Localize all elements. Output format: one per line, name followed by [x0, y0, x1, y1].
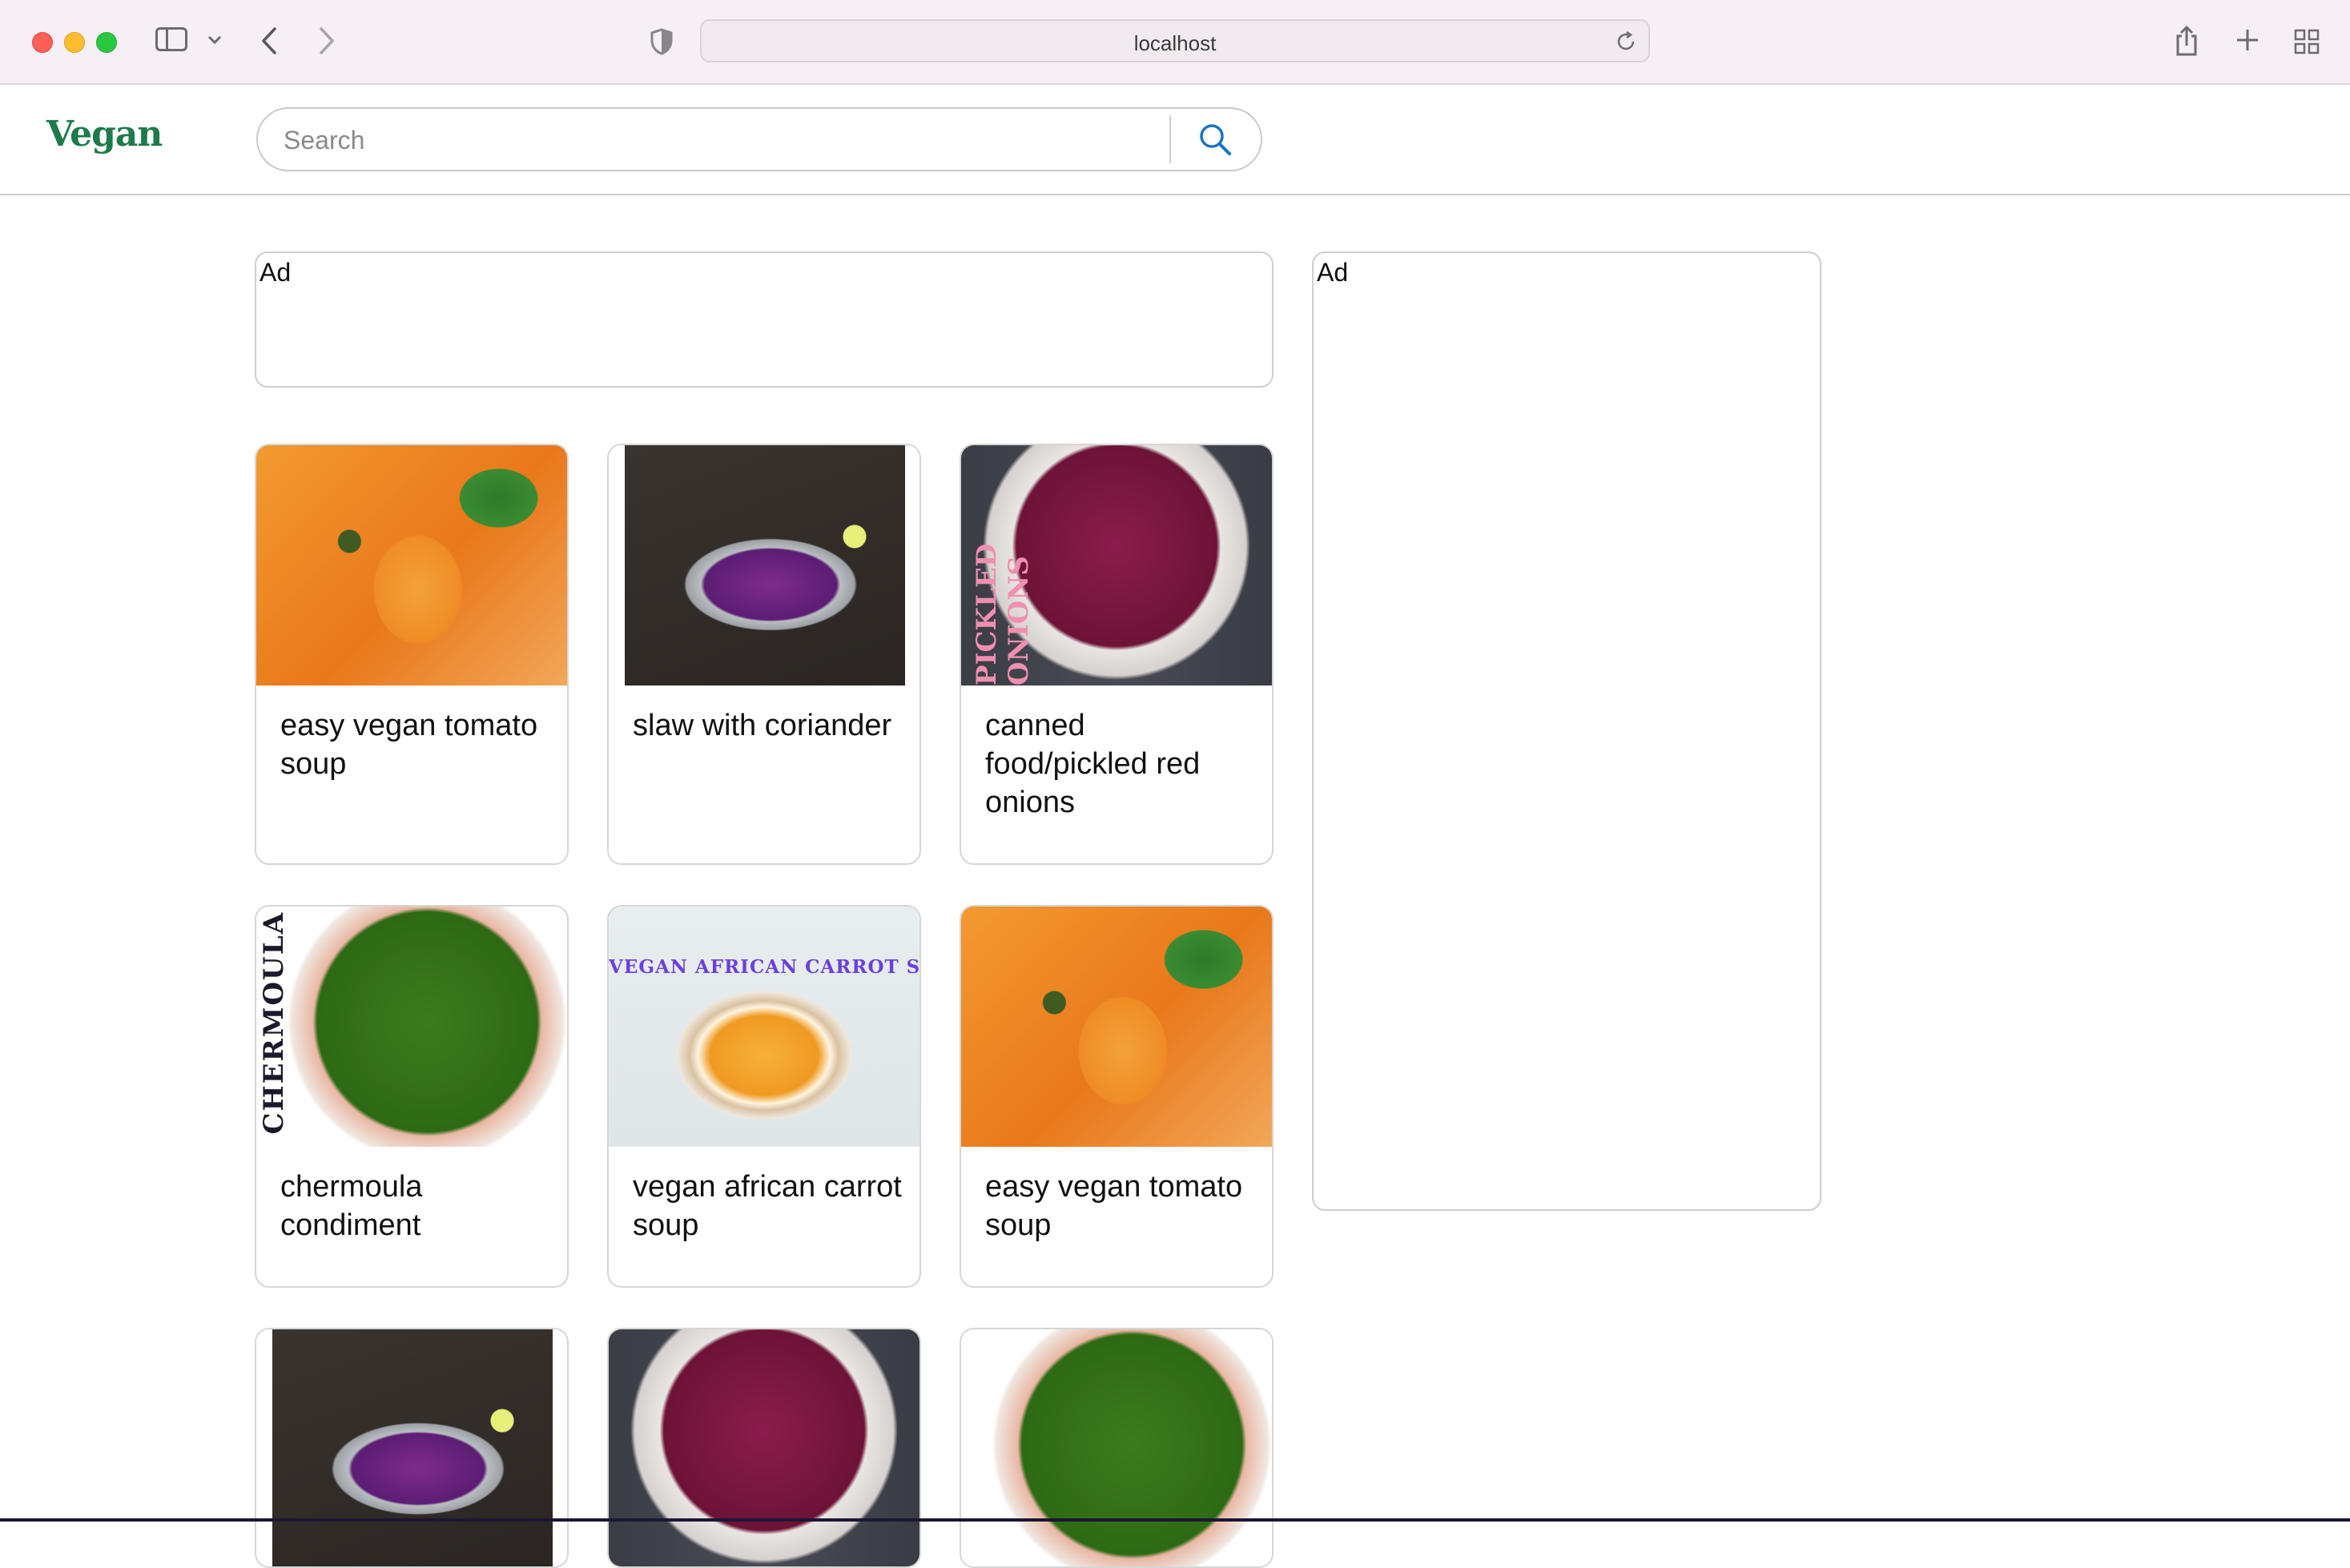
recipe-card[interactable]	[255, 1328, 569, 1568]
recipe-title: vegan african carrot soup	[633, 1170, 902, 1242]
ad-label: Ad	[260, 258, 292, 287]
image-overlay-text: VEGAN AFRICAN CARROT SOUP	[609, 956, 919, 978]
chevron-down-icon[interactable]	[205, 24, 224, 56]
recipe-card[interactable]: CHERMOULA chermoula condiment	[255, 905, 569, 1288]
search-icon	[1200, 124, 1231, 155]
search-button[interactable]	[1187, 115, 1243, 163]
search-input[interactable]	[282, 120, 1150, 160]
recipe-image-carrot-soup: VEGAN AFRICAN CARROT SOUP	[609, 907, 919, 1147]
recipe-title: canned food/pickled red onions	[985, 709, 1201, 819]
recipe-card[interactable]: easy vegan tomato soup	[255, 444, 569, 865]
recipe-image-chermoula: CHERMOULA	[256, 907, 567, 1147]
ad-label: Ad	[1317, 258, 1349, 287]
browser-toolbar: localhost	[0, 0, 2350, 85]
url-text: localhost	[1133, 31, 1217, 55]
address-bar[interactable]: localhost	[700, 19, 1650, 62]
sidebar-toggle-icon[interactable]	[155, 27, 187, 51]
privacy-shield-icon[interactable]	[647, 26, 676, 58]
recipe-card[interactable]: slaw with coriander	[607, 444, 921, 865]
image-overlay-text: PICKLED ONIONS	[971, 543, 1035, 685]
recipe-title: slaw with coriander	[633, 709, 892, 742]
site-header: Vegan	[0, 85, 2350, 195]
ad-banner-top[interactable]: Ad	[255, 251, 1274, 388]
recipe-card[interactable]: VEGAN AFRICAN CARROT SOUP vegan african …	[607, 905, 921, 1288]
recipe-image-pickled-onions: PICKLED ONIONS	[961, 445, 1272, 685]
recipe-title: easy vegan tomato soup	[280, 709, 538, 781]
recipe-card[interactable]: easy vegan tomato soup	[960, 905, 1274, 1288]
recipe-image-chermoula	[961, 1329, 1272, 1566]
recipe-image-slaw	[609, 445, 919, 685]
minimize-window-button[interactable]	[64, 32, 85, 53]
site-logo[interactable]: Vegan	[46, 114, 163, 155]
search-divider	[1169, 115, 1171, 163]
reload-icon[interactable]	[1615, 30, 1637, 53]
recipe-image-pickled-onions	[609, 1329, 919, 1566]
back-button[interactable]	[255, 21, 284, 61]
recipe-image-tomato-soup	[961, 907, 1272, 1147]
zoom-window-button[interactable]	[96, 32, 117, 53]
ad-banner-side[interactable]: Ad	[1312, 251, 1821, 1211]
close-window-button[interactable]	[32, 32, 53, 53]
recipe-title: chermoula condiment	[280, 1170, 423, 1242]
search-bar	[256, 107, 1262, 171]
tab-overview-icon[interactable]	[2291, 26, 2323, 58]
recipe-card[interactable]: PICKLED ONIONS canned food/pickled red o…	[960, 444, 1274, 865]
share-icon[interactable]	[2171, 22, 2203, 59]
image-overlay-text: CHERMOULA	[258, 911, 290, 1135]
recipe-image-tomato-soup	[256, 445, 567, 685]
recipe-card[interactable]	[607, 1328, 921, 1568]
forward-button[interactable]	[312, 21, 341, 61]
recipe-card[interactable]	[960, 1328, 1274, 1568]
window-bottom-edge	[0, 1518, 2350, 1522]
recipe-title: easy vegan tomato soup	[985, 1170, 1243, 1242]
recipe-image-slaw	[256, 1329, 567, 1566]
new-tab-icon[interactable]	[2231, 24, 2263, 56]
